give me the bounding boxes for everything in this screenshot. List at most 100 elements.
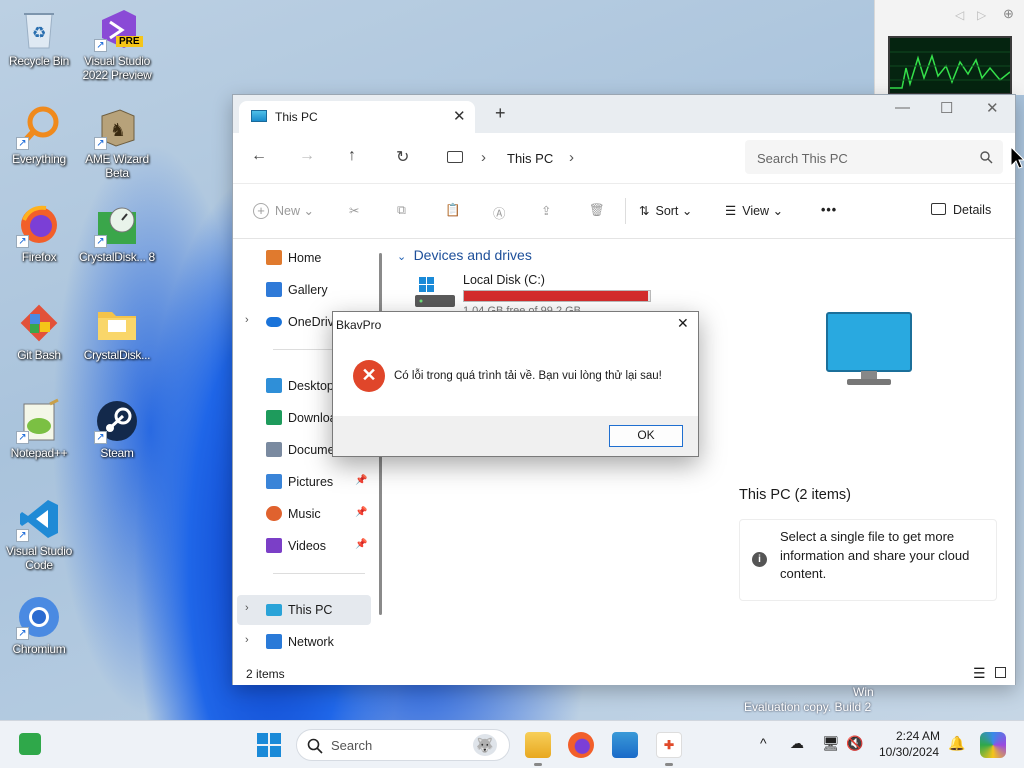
back-button[interactable]: ← — [251, 147, 267, 165]
windows-logo-icon — [257, 733, 281, 757]
copilot-icon[interactable] — [980, 732, 1006, 758]
minimize-button[interactable]: — — [895, 99, 910, 116]
cpu-monitor-widget: ◁ ▷ ⊕ — [874, 0, 1024, 95]
breadcrumb-expand-icon[interactable]: › — [569, 149, 574, 166]
taskbar: Search 🐺 ✚ ^ ☁ 🖥 🔇 2:24 AM 10/30/2024 🔔 — [0, 720, 1024, 768]
details-label: Details — [953, 203, 992, 217]
rename-icon[interactable]: Ⓐ — [493, 203, 506, 222]
sidebar-item-this-pc[interactable]: › This PC — [237, 595, 371, 625]
volume-tray-icon[interactable]: 🔇 — [846, 735, 863, 752]
search-icon — [307, 738, 323, 754]
desktop-icon-label: Chromium — [12, 642, 66, 656]
search-box[interactable]: Search This PC — [745, 140, 1003, 174]
clock-time[interactable]: 2:24 AM — [896, 729, 940, 743]
taskbar-search-box[interactable]: Search 🐺 — [296, 729, 510, 761]
new-tab-button[interactable]: + — [495, 103, 506, 124]
bkav-taskbar-icon[interactable]: ✚ — [656, 732, 682, 758]
widget-prev-icon[interactable]: ◁ — [955, 8, 964, 22]
tab-title: This PC — [275, 110, 318, 124]
desktop-icon-crystaldiskinfo[interactable]: ↗ CrystalDisk... 8 — [72, 198, 162, 294]
music-icon — [266, 506, 282, 521]
widget-next-icon[interactable]: ▷ — [977, 8, 986, 22]
view-button[interactable]: ☰ View ⌄ — [725, 203, 783, 218]
view-label: View — [742, 204, 770, 218]
desktop-icon-label: Visual Studio Code — [6, 544, 72, 572]
delete-icon[interactable]: 🗑 — [589, 203, 605, 218]
dialog-close-button[interactable]: ✕ — [677, 315, 689, 332]
photos-taskbar-icon[interactable] — [612, 732, 638, 758]
sidebar-item-home[interactable]: Home — [237, 243, 371, 273]
desktop-icon-chromium[interactable]: ↗ Chromium — [0, 590, 84, 686]
copy-icon[interactable]: ⧉ — [397, 203, 406, 218]
search-highlight-icon: 🐺 — [473, 734, 497, 756]
cut-icon[interactable]: ✂ — [349, 203, 359, 218]
collapse-chevron-icon: ⌄ — [397, 251, 407, 263]
expand-chevron-icon[interactable]: › — [245, 634, 249, 646]
widget-add-icon[interactable]: ⊕ — [1003, 6, 1014, 22]
details-view-icon[interactable]: ☰ — [973, 665, 986, 682]
sidebar-item-pictures[interactable]: Pictures 📌 — [237, 467, 371, 497]
firefox-taskbar-icon[interactable] — [568, 732, 594, 758]
close-button[interactable]: ✕ — [986, 99, 999, 117]
this-pc-icon — [266, 604, 282, 616]
sidebar-item-music[interactable]: Music 📌 — [237, 499, 371, 529]
breadcrumb-this-pc[interactable]: This PC — [507, 151, 553, 166]
active-indicator — [665, 763, 673, 766]
start-button[interactable] — [257, 733, 281, 757]
expand-chevron-icon[interactable]: › — [245, 314, 249, 326]
up-button[interactable]: ↑ — [348, 147, 356, 165]
sidebar-item-network[interactable]: › Network — [237, 627, 371, 657]
desktop-icon-label: Visual Studio 2022 Preview — [82, 54, 152, 82]
desktop-icon-label: AME Wizard Beta — [85, 152, 149, 180]
details-button[interactable]: Details — [931, 203, 991, 217]
desktop-icon-crystaldiskmark[interactable]: CrystalDisk... — [72, 296, 162, 392]
details-info-card: i Select a single file to get more infor… — [739, 519, 997, 601]
maximize-button[interactable]: ☐ — [940, 99, 953, 117]
tab-this-pc[interactable]: This PC ✕ — [239, 101, 475, 133]
shortcut-arrow-icon: ↗ — [16, 235, 29, 248]
paste-icon[interactable]: 📋 — [445, 203, 461, 218]
pin-icon: 📌 — [355, 539, 368, 550]
expand-chevron-icon[interactable]: › — [245, 602, 249, 614]
pin-icon: 📌 — [355, 507, 368, 518]
network-tray-icon[interactable]: 🖥 — [822, 735, 840, 752]
desktop-icon-visual-studio[interactable]: PRE ↗ Visual Studio 2022 Preview — [72, 2, 162, 98]
onedrive-tray-icon[interactable]: ☁ — [790, 735, 804, 752]
new-button[interactable]: + New ⌄ — [253, 203, 314, 219]
desktop-icon-ame-wizard[interactable]: ♞ ↗ AME Wizard Beta — [72, 100, 162, 196]
sort-icon: ⇅ — [639, 204, 650, 218]
tab-close-button[interactable]: ✕ — [453, 107, 466, 125]
sort-button[interactable]: ⇅ Sort ⌄ — [639, 203, 692, 218]
notification-bell-icon[interactable]: 🔔 — [948, 735, 965, 752]
dialog-message: Có lỗi trong quá trình tải về. Bạn vui l… — [394, 370, 662, 382]
shortcut-arrow-icon: ↗ — [16, 137, 29, 150]
file-explorer-taskbar-icon[interactable] — [525, 732, 551, 758]
forward-button[interactable]: → — [299, 147, 315, 165]
sort-label: Sort — [655, 204, 679, 218]
sidebar-item-label: This PC — [288, 603, 333, 617]
everything-icon: ↗ — [16, 104, 62, 150]
drive-local-disk-c[interactable]: Local Disk (C:) 1.04 GB free of 99.2 GB — [409, 269, 659, 317]
gallery-icon — [266, 282, 282, 297]
svg-text:♞: ♞ — [110, 120, 126, 141]
sidebar-item-videos[interactable]: Videos 📌 — [237, 531, 371, 561]
search-input[interactable]: Search This PC — [757, 151, 848, 166]
share-icon[interactable]: ⇪ — [541, 203, 551, 218]
cpu-graph — [888, 36, 1012, 95]
info-icon: i — [752, 552, 767, 567]
clock-date[interactable]: 10/30/2024 — [879, 745, 939, 759]
shortcut-arrow-icon: ↗ — [16, 627, 29, 640]
tray-overflow-chevron[interactable]: ^ — [760, 735, 767, 751]
sidebar-item-gallery[interactable]: Gallery — [237, 275, 371, 305]
widgets-icon[interactable] — [19, 733, 41, 755]
more-options-button[interactable]: ••• — [821, 203, 837, 217]
desktop-icon-steam[interactable]: ↗ Steam — [72, 394, 162, 490]
group-devices-and-drives[interactable]: ⌄ Devices and drives — [397, 247, 532, 263]
tiles-view-icon[interactable] — [995, 667, 1006, 678]
ok-button[interactable]: OK — [609, 425, 683, 447]
details-pane-icon — [931, 203, 946, 215]
new-icon: + — [253, 203, 269, 219]
breadcrumb[interactable]: › This PC › — [439, 140, 735, 174]
desktop-icon-vscode[interactable]: ↗ Visual Studio Code — [0, 492, 84, 588]
refresh-button[interactable]: ↻ — [396, 147, 409, 167]
